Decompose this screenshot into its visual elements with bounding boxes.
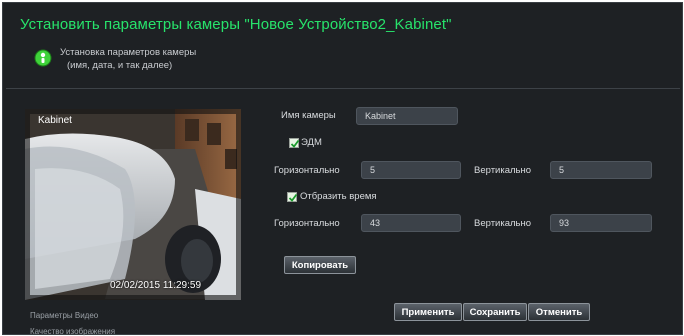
osd-horizontal-field[interactable]: 5 bbox=[361, 161, 461, 179]
time-vertical-field[interactable]: 93 bbox=[550, 214, 652, 232]
osd-checkbox[interactable] bbox=[289, 138, 300, 148]
checkmark-icon bbox=[290, 139, 300, 148]
sidebar-item-image-quality[interactable]: Качество изображения bbox=[30, 327, 115, 336]
save-button[interactable]: Сохранить bbox=[463, 303, 527, 321]
time-horizontal-field[interactable]: 43 bbox=[361, 214, 461, 232]
checkmark-icon bbox=[288, 193, 298, 202]
dialog-subtitle-note: (имя, дата, и так далее) bbox=[67, 60, 173, 71]
preview-camera-label: Kabinet bbox=[38, 115, 72, 126]
apply-button[interactable]: Применить bbox=[394, 303, 462, 321]
cancel-button[interactable]: Отменить bbox=[528, 303, 590, 321]
osd-checkbox-label: ЭДМ bbox=[301, 137, 322, 148]
dialog-subtitle: Установка параметров камеры bbox=[60, 47, 197, 58]
camera-name-field[interactable]: Kabinet bbox=[356, 107, 458, 125]
settings-dialog: Установить параметры камеры "Новое Устро… bbox=[2, 2, 683, 336]
dialog-title: Установить параметры камеры "Новое Устро… bbox=[20, 16, 452, 33]
show-time-checkbox[interactable] bbox=[287, 192, 298, 202]
time-vertical-label: Вертикально bbox=[474, 218, 532, 229]
header-divider bbox=[6, 88, 680, 89]
osd-vertical-label: Вертикально bbox=[474, 165, 532, 176]
osd-horizontal-label: Горизонтально bbox=[274, 165, 340, 176]
preview-timestamp: 02/02/2015 11:29:59 bbox=[110, 280, 202, 291]
show-time-checkbox-label: Отбразить время bbox=[300, 191, 377, 202]
camera-name-label: Имя камеры bbox=[281, 110, 336, 121]
camera-preview-image bbox=[25, 109, 241, 300]
time-horizontal-label: Горизонтально bbox=[274, 218, 340, 229]
copy-button[interactable]: Копировать bbox=[284, 256, 356, 274]
camera-preview: Kabinet 02/02/2015 11:29:59 bbox=[25, 109, 241, 300]
osd-vertical-field[interactable]: 5 bbox=[550, 161, 652, 179]
green-info-icon bbox=[34, 49, 52, 67]
sidebar-item-video-params[interactable]: Параметры Видео bbox=[30, 311, 98, 320]
